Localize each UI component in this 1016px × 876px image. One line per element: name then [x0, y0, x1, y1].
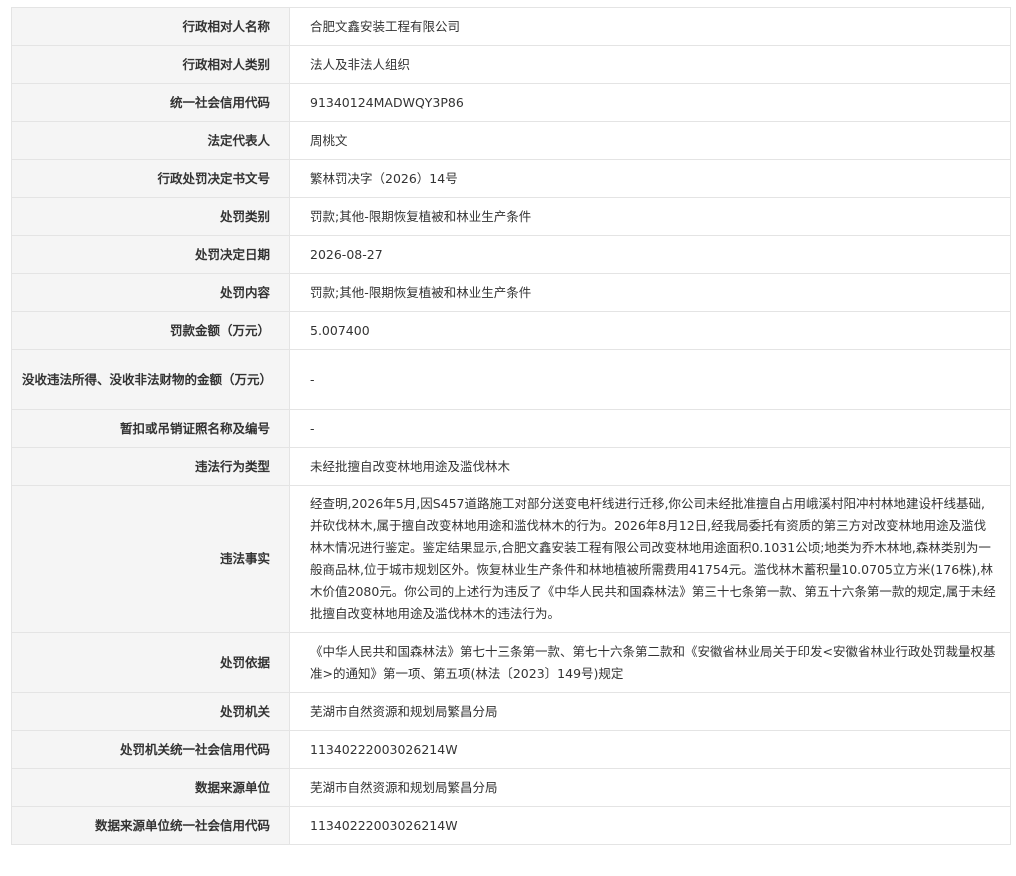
field-value: 罚款;其他-限期恢复植被和林业生产条件 — [289, 197, 1011, 236]
field-label: 行政相对人类别 — [11, 45, 290, 84]
row-legal-representative: 法定代表人 周桃文 — [11, 121, 1011, 160]
field-label: 处罚类别 — [11, 197, 290, 236]
field-value: 11340222003026214W — [289, 730, 1011, 769]
penalty-info-table: 行政相对人名称 合肥文鑫安装工程有限公司 行政相对人类别 法人及非法人组织 统一… — [11, 7, 1011, 845]
field-value: 繁林罚决字（2026）14号 — [289, 159, 1011, 198]
field-label: 法定代表人 — [11, 121, 290, 160]
field-label: 数据来源单位统一社会信用代码 — [11, 806, 290, 845]
field-label: 没收违法所得、没收非法财物的金额（万元） — [11, 349, 290, 410]
row-license-revocation: 暂扣或吊销证照名称及编号 - — [11, 409, 1011, 448]
field-value: 未经批擅自改变林地用途及滥伐林木 — [289, 447, 1011, 486]
field-label: 行政相对人名称 — [11, 7, 290, 46]
row-administrative-party-name: 行政相对人名称 合肥文鑫安装工程有限公司 — [11, 7, 1011, 46]
row-penalty-content: 处罚内容 罚款;其他-限期恢复植被和林业生产条件 — [11, 273, 1011, 312]
field-label: 暂扣或吊销证照名称及编号 — [11, 409, 290, 448]
field-value: 经查明,2026年5月,因S457道路施工对部分送变电杆线进行迁移,你公司未经批… — [289, 485, 1011, 633]
field-value: 合肥文鑫安装工程有限公司 — [289, 7, 1011, 46]
field-label: 处罚机关统一社会信用代码 — [11, 730, 290, 769]
row-data-source: 数据来源单位 芜湖市自然资源和规划局繁昌分局 — [11, 768, 1011, 807]
row-decision-date: 处罚决定日期 2026-08-27 — [11, 235, 1011, 274]
row-data-source-credit-code: 数据来源单位统一社会信用代码 11340222003026214W — [11, 806, 1011, 845]
field-value: 《中华人民共和国森林法》第七十三条第一款、第七十六条第二款和《安徽省林业局关于印… — [289, 632, 1011, 693]
field-label: 处罚机关 — [11, 692, 290, 731]
field-label: 统一社会信用代码 — [11, 83, 290, 122]
field-label: 处罚依据 — [11, 632, 290, 693]
field-label: 数据来源单位 — [11, 768, 290, 807]
row-administrative-party-type: 行政相对人类别 法人及非法人组织 — [11, 45, 1011, 84]
field-value: 5.007400 — [289, 311, 1011, 350]
field-label: 违法行为类型 — [11, 447, 290, 486]
row-penalty-basis: 处罚依据 《中华人民共和国森林法》第七十三条第一款、第七十六条第二款和《安徽省林… — [11, 632, 1011, 693]
field-label: 违法事实 — [11, 485, 290, 633]
row-decision-document-number: 行政处罚决定书文号 繁林罚决字（2026）14号 — [11, 159, 1011, 198]
field-value: 91340124MADWQY3P86 — [289, 83, 1011, 122]
row-authority-credit-code: 处罚机关统一社会信用代码 11340222003026214W — [11, 730, 1011, 769]
row-confiscation-amount: 没收违法所得、没收非法财物的金额（万元） - — [11, 349, 1011, 410]
row-fine-amount: 罚款金额（万元） 5.007400 — [11, 311, 1011, 350]
field-label: 处罚内容 — [11, 273, 290, 312]
field-value: 罚款;其他-限期恢复植被和林业生产条件 — [289, 273, 1011, 312]
field-label: 行政处罚决定书文号 — [11, 159, 290, 198]
field-value: 2026-08-27 — [289, 235, 1011, 274]
penalty-info-section: 行政相对人名称 合肥文鑫安装工程有限公司 行政相对人类别 法人及非法人组织 统一… — [11, 7, 1011, 845]
field-value: - — [289, 409, 1011, 448]
field-value: 法人及非法人组织 — [289, 45, 1011, 84]
row-violation-type: 违法行为类型 未经批擅自改变林地用途及滥伐林木 — [11, 447, 1011, 486]
row-penalty-authority: 处罚机关 芜湖市自然资源和规划局繁昌分局 — [11, 692, 1011, 731]
field-value: 周桃文 — [289, 121, 1011, 160]
field-value: 芜湖市自然资源和规划局繁昌分局 — [289, 692, 1011, 731]
field-value: 芜湖市自然资源和规划局繁昌分局 — [289, 768, 1011, 807]
field-label: 罚款金额（万元） — [11, 311, 290, 350]
row-credit-code: 统一社会信用代码 91340124MADWQY3P86 — [11, 83, 1011, 122]
field-value: - — [289, 349, 1011, 410]
field-value: 11340222003026214W — [289, 806, 1011, 845]
field-label: 处罚决定日期 — [11, 235, 290, 274]
row-violation-facts: 违法事实 经查明,2026年5月,因S457道路施工对部分送变电杆线进行迁移,你… — [11, 485, 1011, 633]
row-penalty-category: 处罚类别 罚款;其他-限期恢复植被和林业生产条件 — [11, 197, 1011, 236]
